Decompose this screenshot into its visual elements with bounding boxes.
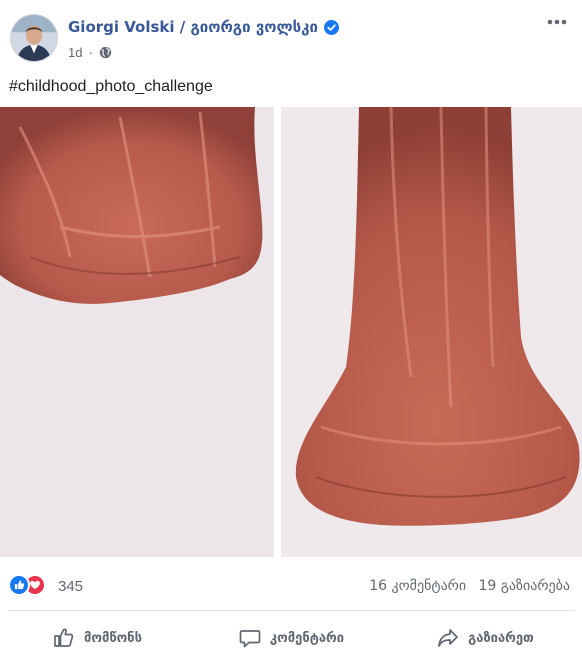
share-button[interactable]: გაზიარეთ	[388, 616, 582, 660]
author-name-text[interactable]: Giorgi Volski / გიორგი ვოლსკი	[68, 18, 318, 36]
like-label: მომწონს	[84, 630, 142, 646]
shares-count[interactable]: 19 გაზიარება	[479, 578, 570, 594]
meta-separator: ·	[88, 45, 93, 60]
comments-count[interactable]: 16 კომენტარი	[369, 578, 466, 594]
comment-button[interactable]: კომენტარი	[194, 616, 388, 660]
author-name[interactable]: Giorgi Volski / გიორგი ვოლსკი	[68, 18, 339, 36]
thumbs-up-icon	[54, 628, 74, 647]
post-header: Giorgi Volski / გიორგი ვოლსკი 1d ·	[0, 0, 582, 72]
reaction-icons[interactable]	[8, 574, 46, 596]
comment-bubble-icon	[239, 630, 261, 648]
action-divider	[8, 610, 574, 611]
share-label: გაზიარეთ	[468, 630, 534, 646]
avatar[interactable]	[10, 14, 58, 62]
photo-grid	[0, 102, 582, 557]
globe-icon[interactable]	[99, 46, 112, 59]
reaction-count[interactable]: 345	[58, 578, 83, 595]
post-caption[interactable]: #childhood_photo_challenge	[9, 78, 213, 96]
ellipsis-icon[interactable]	[546, 17, 568, 27]
photo-right[interactable]	[281, 107, 582, 557]
comment-label: კომენტარი	[269, 630, 345, 646]
post-meta: 1d ·	[68, 45, 112, 60]
photo-right-image	[281, 107, 582, 557]
photo-left-image	[0, 107, 274, 557]
like-reaction-icon	[8, 574, 30, 596]
post-stats: 345 16 კომენტარი 19 გაზიარება	[0, 566, 582, 606]
post-timestamp[interactable]: 1d	[68, 45, 82, 60]
photo-left[interactable]	[0, 107, 274, 557]
like-button[interactable]: მომწონს	[0, 616, 194, 660]
action-bar: მომწონს კომენტარი გაზიარეთ	[0, 616, 582, 660]
comment-share-stats: 16 კომენტარი 19 გაზიარება	[369, 578, 570, 594]
verified-badge-icon	[323, 19, 339, 35]
share-arrow-icon	[438, 629, 459, 647]
